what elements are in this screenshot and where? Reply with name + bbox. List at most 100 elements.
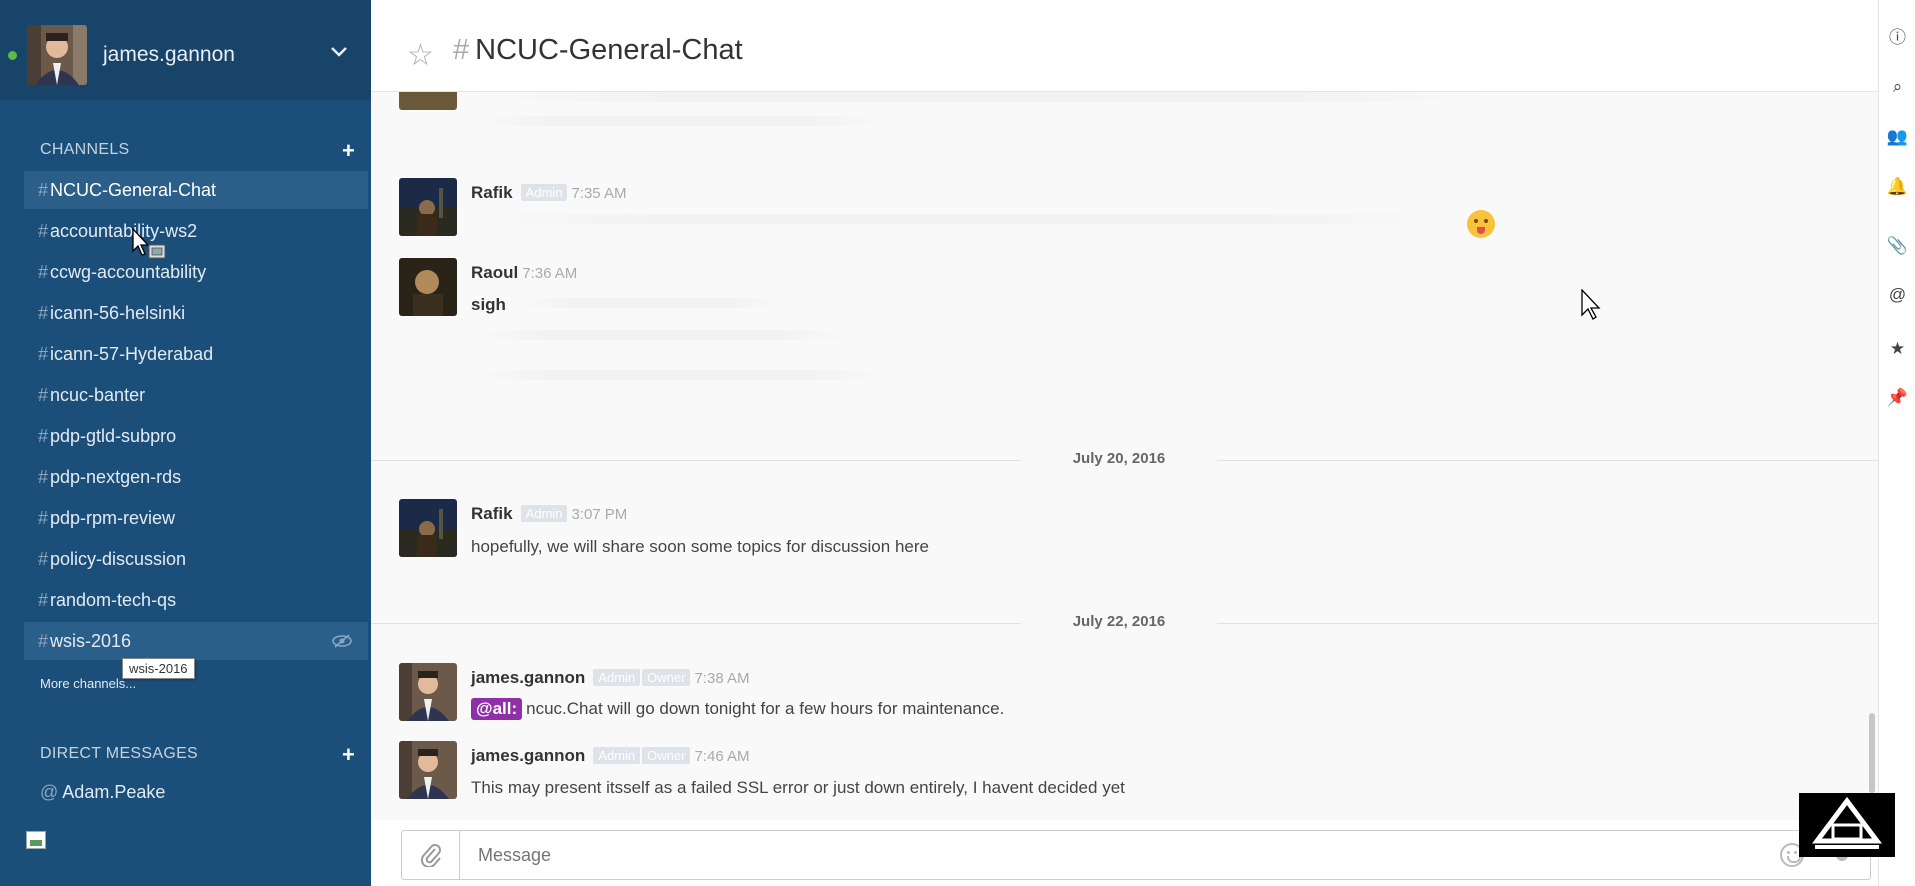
date-label: July 22, 2016 <box>1072 613 1166 630</box>
user-avatar[interactable] <box>27 25 87 85</box>
hash-icon: # <box>38 508 49 528</box>
avatar[interactable] <box>399 178 457 236</box>
message-text: sigh <box>471 295 506 314</box>
author-name: Raoul <box>471 263 519 282</box>
add-direct-message-icon[interactable]: + <box>342 744 355 766</box>
avatar[interactable] <box>399 258 457 316</box>
hash-icon: # <box>38 221 49 241</box>
redacted-text <box>471 116 891 126</box>
main-panel: ☆ # NCUC-General-Chat Rafik Admin 7:35 AM R… <box>371 0 1878 886</box>
channel-label: NCUC-General-Chat <box>50 180 217 200</box>
avatar[interactable] <box>399 663 457 721</box>
author-name: Rafik <box>471 504 513 523</box>
direct-messages-section-title: DIRECT MESSAGES <box>40 745 199 762</box>
channel-label: pdp-rpm-review <box>50 508 176 528</box>
channel-item-random-tech-qs[interactable]: # random-tech-qs <box>24 581 368 619</box>
channel-item-policy-discussion[interactable]: # policy-discussion <box>24 540 368 578</box>
redacted-text <box>471 92 1491 102</box>
info-icon[interactable]: ⓘ <box>1879 18 1915 58</box>
pinned-icon[interactable]: 📌 <box>1879 378 1915 418</box>
message-timestamp: 7:46 AM <box>694 748 750 765</box>
at-icon: @ <box>40 782 59 802</box>
channel-item-pdp-nextgen-rds[interactable]: # pdp-nextgen-rds <box>24 458 368 496</box>
hash-icon: # <box>38 385 49 405</box>
hash-icon: # <box>453 34 470 66</box>
hide-channel-icon[interactable] <box>332 634 352 648</box>
dm-label: Adam.Peake <box>62 782 166 802</box>
channel-item-ncuc-general-chat[interactable]: # NCUC-General-Chat <box>24 171 368 209</box>
date-separator: July 20, 2016 <box>371 450 1878 470</box>
redacted-text <box>521 298 781 308</box>
channel-label: policy-discussion <box>50 549 187 569</box>
channels-section-title: CHANNELS <box>40 141 130 158</box>
channel-item-ncuc-banter[interactable]: # ncuc-banter <box>24 376 368 414</box>
message-composer[interactable] <box>401 830 1871 880</box>
mention-all-badge[interactable]: @all: <box>471 698 523 720</box>
paperclip-icon <box>420 844 441 867</box>
channel-item-pdp-rpm-review[interactable]: # pdp-rpm-review <box>24 499 368 537</box>
message-author[interactable]: james.gannon Admin Owner 7:46 AM <box>471 746 750 766</box>
add-channel-icon[interactable]: + <box>342 140 355 162</box>
hash-icon: # <box>38 303 49 323</box>
channel-item-icann-56-helsinki[interactable]: # icann-56-helsinki <box>24 294 368 332</box>
star-icon[interactable]: ☆ <box>407 38 434 73</box>
watermark-logo-icon <box>1799 793 1895 857</box>
channel-title-text: NCUC-General-Chat <box>475 34 743 66</box>
channel-label: pdp-gtld-subpro <box>50 426 177 446</box>
starred-icon[interactable]: ★ <box>1879 329 1915 369</box>
hash-icon: # <box>38 262 49 282</box>
channel-item-wsis-2016[interactable]: # wsis-2016 <box>24 622 368 660</box>
message-text: This may present itsself as a failed SSL… <box>471 778 1125 797</box>
avatar[interactable] <box>399 499 457 557</box>
hash-icon: # <box>38 631 49 651</box>
admin-badge: Admin <box>593 669 641 686</box>
redacted-text <box>471 330 851 340</box>
hash-icon: # <box>38 426 49 446</box>
channel-header: ☆ # NCUC-General-Chat <box>371 10 1878 92</box>
date-label: July 20, 2016 <box>1072 450 1166 467</box>
redacted-text <box>471 370 891 380</box>
feed-scrollbar[interactable] <box>1869 713 1875 793</box>
author-name: james.gannon <box>471 668 586 687</box>
members-icon[interactable]: 👥 <box>1879 117 1915 157</box>
right-icon-rail: ⓘ ⌕ 👥 🔔 📎 @ ★ 📌 <box>1878 0 1915 886</box>
files-icon[interactable]: 📎 <box>1879 226 1915 266</box>
mentions-icon[interactable]: @ <box>1879 275 1915 315</box>
channel-item-icann-57-hyderabad[interactable]: # icann-57-Hyderabad <box>24 335 368 373</box>
dm-item-adam-peake[interactable]: @ Adam.Peake <box>40 782 165 803</box>
message-body: ncuc.Chat will go down tonight for a few… <box>526 699 1005 718</box>
sidebar: james.gannon CHANNELS + # NCUC-General-Ch… <box>0 0 371 886</box>
channel-label: pdp-nextgen-rds <box>50 467 182 487</box>
avatar[interactable] <box>399 741 457 799</box>
hash-icon: # <box>38 467 49 487</box>
admin-badge: Admin <box>520 505 568 522</box>
owner-badge: Owner <box>642 669 691 686</box>
hash-icon: # <box>38 549 49 569</box>
message-author[interactable]: Raoul 7:36 AM <box>471 263 577 283</box>
channel-item-accountability-ws2[interactable]: # accountability-ws2 <box>24 212 368 250</box>
channel-item-ccwg-accountability[interactable]: # ccwg-accountability <box>24 253 368 291</box>
channel-item-pdp-gtld-subpro[interactable]: # pdp-gtld-subpro <box>24 417 368 455</box>
search-icon[interactable]: ⌕ <box>1879 67 1915 107</box>
sidebar-header[interactable]: james.gannon <box>0 0 371 100</box>
channel-label: ncuc-banter <box>50 385 146 405</box>
message-author[interactable]: james.gannon Admin Owner 7:38 AM <box>471 668 750 688</box>
message-timestamp: 7:35 AM <box>571 185 627 202</box>
notification-icon[interactable]: 🔔 <box>1879 167 1915 207</box>
message-author[interactable]: Rafik Admin 7:35 AM <box>471 183 626 203</box>
chevron-down-icon[interactable] <box>330 45 348 59</box>
stuck-out-tongue-emoji-icon <box>1467 210 1495 238</box>
attach-file-button[interactable] <box>402 831 460 879</box>
date-separator: July 22, 2016 <box>371 613 1878 633</box>
online-status-indicator <box>8 51 17 60</box>
avatar[interactable] <box>399 92 457 110</box>
hash-icon: # <box>38 590 49 610</box>
admin-badge: Admin <box>593 747 641 764</box>
message-author[interactable]: Rafik Admin 3:07 PM <box>471 504 627 524</box>
message-input[interactable] <box>478 845 1678 866</box>
message-timestamp: 7:36 AM <box>522 265 578 282</box>
message-feed[interactable]: Rafik Admin 7:35 AM Raoul 7:36 AM sigh July… <box>371 92 1878 820</box>
channel-label: accountability-ws2 <box>50 221 198 241</box>
mouse-cursor-icon <box>1581 289 1601 320</box>
message-text: @all: ncuc.Chat will go down tonight for … <box>471 698 1004 720</box>
